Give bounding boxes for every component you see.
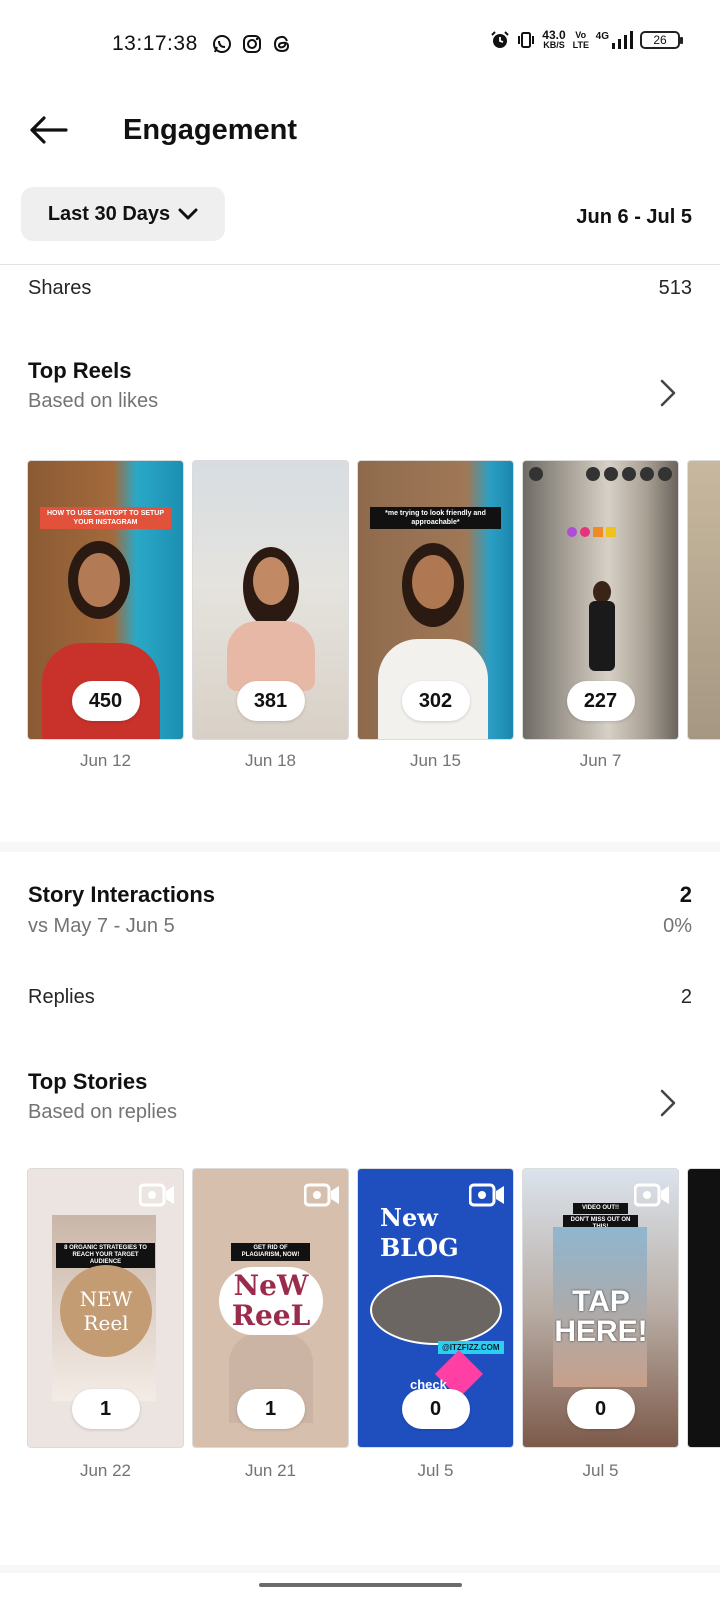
reel-date: Jun 18 (244, 751, 297, 770)
story-reply-count: 1 (236, 1389, 305, 1429)
reel-caption: HOW TO USE CHATGPT TO SETUP YOUR INSTAGR… (40, 507, 171, 529)
reel-editor-toolbar (529, 467, 672, 483)
story-thumbnail[interactable] (687, 1168, 720, 1448)
video-camera-icon (139, 1183, 174, 1207)
vibrate-icon (518, 32, 535, 48)
story-thumbnail[interactable]: GET RID OF PLAGIARISM, NOW! NeW ReeL 1 (192, 1168, 349, 1448)
reel-stickers (567, 527, 616, 537)
chevron-down-icon (178, 208, 198, 220)
section-separator (0, 842, 720, 852)
chevron-right-icon[interactable] (656, 378, 680, 408)
reel-like-count: 381 (236, 681, 305, 721)
reel-thumbnail[interactable] (687, 460, 720, 740)
story-reply-count: 0 (401, 1389, 470, 1429)
divider (0, 264, 720, 265)
whatsapp-icon (213, 35, 231, 53)
reel-like-count: 227 (566, 681, 635, 721)
date-range: Jun 6 - Jul 5 (576, 206, 692, 228)
reel-caption: *me trying to look friendly and approach… (370, 507, 501, 529)
story-caption: GET RID OF PLAGIARISM, NOW! (231, 1243, 310, 1261)
status-bar: 13:17:38 43.0 KB/S Vo LTE 4G 26 (0, 0, 720, 90)
period-dropdown[interactable]: Last 30 Days (21, 187, 225, 241)
notification-icons (212, 34, 292, 54)
home-indicator[interactable] (259, 1583, 462, 1587)
network-speed: 43.0 KB/S (542, 28, 566, 50)
top-reels-title: Top Reels (28, 358, 132, 383)
story-thumbnail[interactable]: 8 ORGANIC STRATEGIES TO REACH YOUR TARGE… (27, 1168, 184, 1448)
story-reply-count: 0 (566, 1389, 635, 1429)
signal-bars-icon (612, 31, 633, 49)
story-thumbnail[interactable]: New BLOG @ITZFIZZ.COM check 0 (357, 1168, 514, 1448)
story-date: Jun 22 (79, 1461, 132, 1480)
reel-date: Jun 7 (579, 751, 622, 770)
story-art-text: TAP HERE! (554, 1285, 648, 1348)
reel-date: Jun 12 (79, 751, 132, 770)
instagram-icon (243, 35, 261, 53)
story-caption: VIDEO OUT!! (573, 1203, 628, 1214)
video-camera-icon (304, 1183, 339, 1207)
story-art-text: New BLOG (380, 1203, 459, 1262)
story-date: Jun 21 (244, 1461, 297, 1480)
shares-value: 513 (658, 277, 692, 299)
top-reels-subtitle: Based on likes (28, 390, 159, 412)
top-stories-title: Top Stories (28, 1069, 148, 1094)
reel-thumbnail[interactable]: *me trying to look friendly and approach… (357, 460, 514, 740)
reel-date: Jun 15 (409, 751, 462, 770)
back-arrow-icon[interactable] (26, 108, 70, 152)
replies-value: 2 (680, 986, 692, 1008)
video-camera-icon (469, 1183, 504, 1207)
story-art-badge: NEW Reel (60, 1265, 152, 1357)
volte-indicator: Vo LTE (572, 30, 589, 50)
story-date: Jul 5 (417, 1461, 454, 1480)
replies-label: Replies (28, 986, 95, 1008)
reel-thumbnail[interactable]: 227 (522, 460, 679, 740)
story-date: Jul 5 (582, 1461, 619, 1480)
top-stories-subtitle: Based on replies (28, 1101, 177, 1123)
story-interactions-value: 2 (679, 882, 692, 907)
reel-thumbnail[interactable]: HOW TO USE CHATGPT TO SETUP YOUR INSTAGR… (27, 460, 184, 740)
signal-indicator: 4G (596, 31, 633, 49)
reel-like-count: 450 (71, 681, 140, 721)
story-interactions-change: 0% (663, 915, 692, 937)
story-art-text: NeW ReeL (219, 1267, 323, 1335)
story-handle: @ITZFIZZ.COM (438, 1341, 504, 1354)
period-label: Last 30 Days (47, 202, 171, 225)
reel-thumbnail[interactable]: 381 (192, 460, 349, 740)
page-title: Engagement (123, 114, 298, 146)
story-photo (370, 1275, 502, 1345)
threads-icon (273, 35, 290, 53)
section-separator (0, 1565, 720, 1573)
battery-icon: 26 (640, 31, 683, 49)
status-indicators: 43.0 KB/S Vo LTE 4G 26 (490, 28, 683, 50)
story-thumbnail[interactable]: VIDEO OUT!! DON'T MISS OUT ON THIS! TAP … (522, 1168, 679, 1448)
story-interactions-comparison: vs May 7 - Jun 5 (28, 915, 175, 937)
alarm-icon (491, 31, 510, 48)
top-app-bar: Engagement (0, 90, 720, 170)
story-reply-count: 1 (71, 1389, 140, 1429)
chevron-right-icon[interactable] (656, 1088, 680, 1118)
reel-like-count: 302 (401, 681, 470, 721)
story-interactions-title: Story Interactions (28, 882, 216, 907)
status-time: 13:17:38 (112, 32, 198, 55)
video-camera-icon (634, 1183, 669, 1207)
shares-label: Shares (28, 277, 92, 299)
